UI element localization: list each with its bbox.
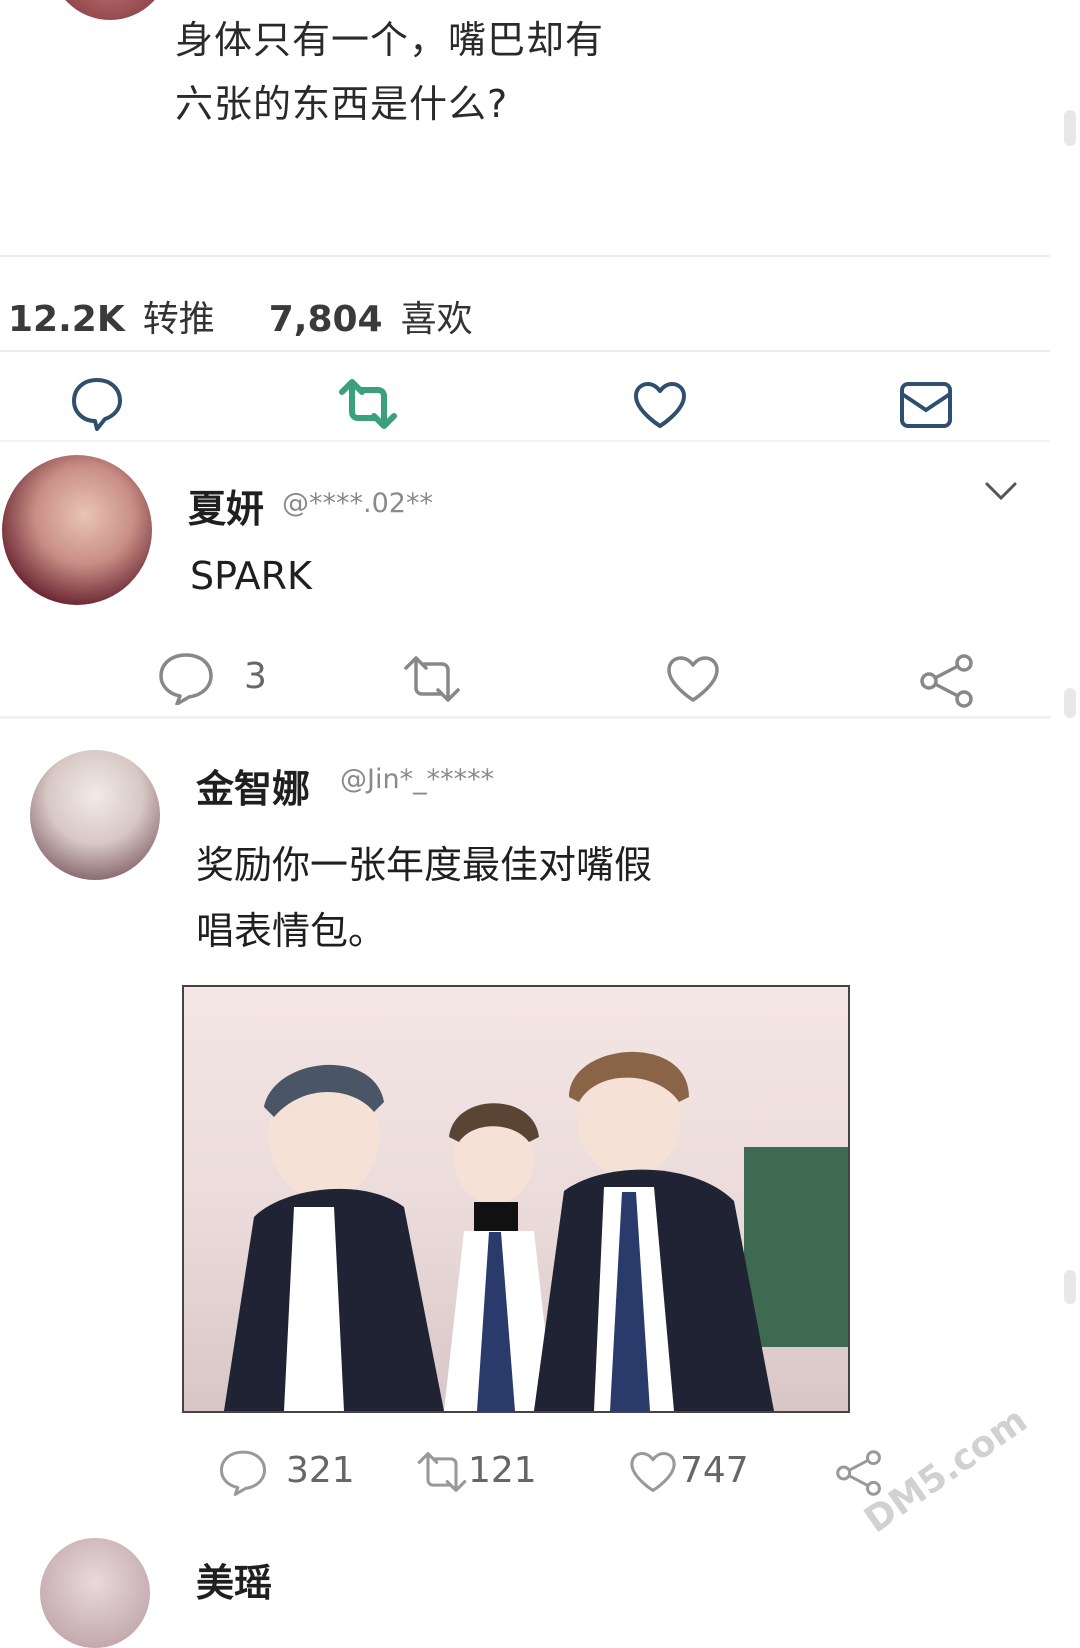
reply-text: SPARK xyxy=(190,554,312,598)
retweet-count: 12.2K xyxy=(8,299,125,340)
reply-icon[interactable] xyxy=(70,376,124,432)
avatar[interactable] xyxy=(2,455,152,605)
like-count: 747 xyxy=(680,1450,749,1491)
share-icon[interactable] xyxy=(834,1450,884,1496)
divider xyxy=(0,350,1050,352)
tweet-text-line-2: 六张的东西是什么? xyxy=(175,82,509,126)
reply-username[interactable]: 夏妍 xyxy=(188,478,264,533)
divider xyxy=(0,716,1050,719)
scrollbar[interactable] xyxy=(1064,688,1076,718)
like-count: 7,804 xyxy=(268,299,383,340)
divider xyxy=(0,255,1050,257)
retweet-label: 转推 xyxy=(142,299,215,340)
message-icon[interactable] xyxy=(898,380,954,430)
chevron-down-icon[interactable] xyxy=(984,480,1018,502)
scrollbar[interactable] xyxy=(1064,110,1076,146)
retweet-icon[interactable] xyxy=(400,654,464,704)
reply-icon[interactable] xyxy=(157,651,215,705)
like-icon[interactable] xyxy=(632,380,688,430)
reply-handle[interactable]: @****.02** xyxy=(282,488,433,519)
reply-count: 3 xyxy=(244,656,267,697)
like-stat[interactable]: 7,804 喜欢 xyxy=(269,290,473,342)
retweet-stat[interactable]: 12.2K 转推 xyxy=(8,290,215,342)
divider xyxy=(0,440,1050,442)
reply-text-line-2: 唱表情包。 xyxy=(196,909,387,953)
retweet-icon[interactable] xyxy=(414,1450,470,1494)
avatar[interactable] xyxy=(30,750,160,880)
reply-username[interactable]: 金智娜 xyxy=(196,758,310,813)
reply-count: 321 xyxy=(286,1450,355,1491)
avatar[interactable] xyxy=(40,1538,150,1648)
scrollbar[interactable] xyxy=(1064,1270,1076,1304)
reply-icon[interactable] xyxy=(218,1448,268,1496)
tweet-stats: 12.2K 转推 7,804 喜欢 xyxy=(8,290,473,342)
retweet-icon[interactable] xyxy=(336,378,400,430)
like-icon[interactable] xyxy=(628,1450,678,1494)
retweet-count: 121 xyxy=(468,1450,537,1491)
like-icon[interactable] xyxy=(665,654,721,704)
reply-text-line-1: 奖励你一张年度最佳对嘴假 xyxy=(196,843,653,887)
avatar-partial-top xyxy=(50,0,170,20)
illustration xyxy=(224,1051,848,1411)
reply-handle[interactable]: @Jin*_***** xyxy=(340,764,494,795)
like-label: 喜欢 xyxy=(400,299,473,340)
reply-username[interactable]: 美瑶 xyxy=(196,1552,272,1607)
share-icon[interactable] xyxy=(918,654,976,708)
attached-image[interactable] xyxy=(182,985,850,1413)
tweet-text-line-1: 身体只有一个，嘴巴却有 xyxy=(175,18,605,62)
